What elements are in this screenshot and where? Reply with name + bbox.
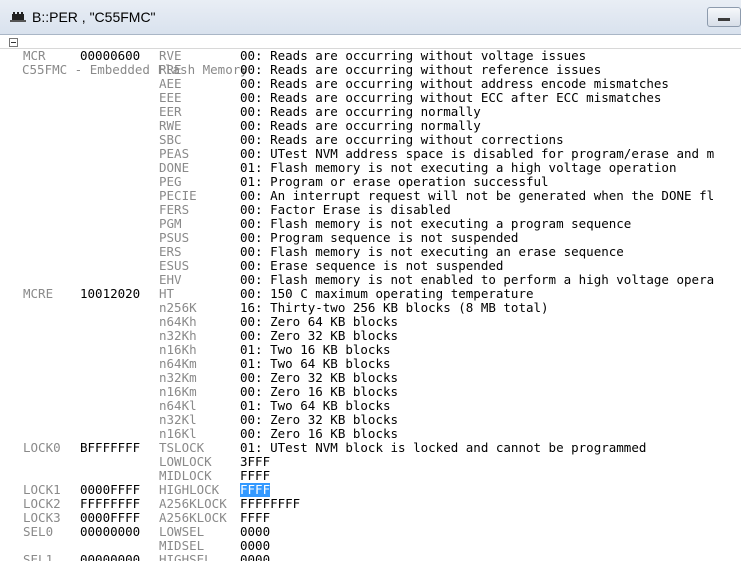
field-name: RWE bbox=[159, 118, 182, 133]
field-name: n32Kl bbox=[159, 412, 197, 427]
field-name: RVE bbox=[159, 48, 182, 63]
field-name: LOWLOCK bbox=[159, 454, 212, 469]
field-value[interactable]: 00: Flash memory is not executing an era… bbox=[240, 245, 624, 259]
field-value[interactable]: 0000 bbox=[240, 553, 270, 561]
field-name: n16Kl bbox=[159, 426, 197, 441]
field-value[interactable]: 00: Reads are occurring normally bbox=[240, 119, 481, 133]
field-value[interactable]: 00: Reads are occurring without referenc… bbox=[240, 63, 601, 77]
field-value[interactable]: 0000 bbox=[240, 539, 270, 553]
field-value[interactable]: FFFFFFFF bbox=[240, 497, 300, 511]
field-name: n32Kh bbox=[159, 328, 197, 343]
register-value[interactable]: 10012020 bbox=[80, 287, 140, 301]
field-value[interactable]: 00: Zero 32 KB blocks bbox=[240, 371, 398, 385]
field-value[interactable]: 00: Zero 16 KB blocks bbox=[240, 385, 398, 399]
field-name: n64Km bbox=[159, 356, 197, 371]
field-name: HIGHSEL bbox=[159, 552, 212, 561]
field-value[interactable]: 01: Flash memory is not executing a high… bbox=[240, 161, 677, 175]
register-name: MCRE bbox=[23, 286, 54, 301]
field-value[interactable]: 00: Reads are occurring without address … bbox=[240, 77, 669, 91]
register-value[interactable]: 00000600 bbox=[80, 49, 140, 63]
field-value[interactable]: 00: Reads are occurring without voltage … bbox=[240, 49, 586, 63]
field-name: n256K bbox=[159, 300, 197, 315]
field-value[interactable]: 00: Zero 32 KB blocks bbox=[240, 413, 398, 427]
field-value[interactable]: 16: Thirty-two 256 KB blocks (8 MB total… bbox=[240, 301, 549, 315]
register-name: LOCK0 bbox=[23, 440, 61, 455]
register-value[interactable]: 0000FFFF bbox=[80, 511, 140, 525]
register-name: LOCK3 bbox=[23, 510, 61, 525]
field-value[interactable]: FFFF bbox=[240, 469, 270, 483]
field-value[interactable]: 3FFF bbox=[240, 455, 270, 469]
register-name: LOCK2 bbox=[23, 496, 61, 511]
field-name: ESUS bbox=[159, 258, 190, 273]
field-value[interactable]: 0000 bbox=[240, 525, 270, 539]
register-value[interactable]: 00000000 bbox=[80, 525, 140, 539]
field-name: n64Kh bbox=[159, 314, 197, 329]
field-value[interactable]: 00: Factor Erase is disabled bbox=[240, 203, 451, 217]
field-name: RRE bbox=[159, 62, 182, 77]
window-titlebar: B::PER , "C55FMC" bbox=[0, 0, 741, 35]
field-value[interactable]: FFFF bbox=[240, 483, 271, 497]
minimize-icon bbox=[718, 18, 730, 21]
field-value[interactable]: 00: Reads are occurring without correcti… bbox=[240, 133, 564, 147]
register-name: SEL1 bbox=[23, 552, 54, 561]
field-value[interactable]: 00: Zero 16 KB blocks bbox=[240, 427, 398, 441]
register-value[interactable]: FFFFFFFF bbox=[80, 497, 140, 511]
window-title: B::PER , "C55FMC" bbox=[32, 9, 156, 25]
register-value[interactable]: BFFFFFFF bbox=[80, 441, 140, 455]
field-value[interactable]: 00: Zero 64 KB blocks bbox=[240, 315, 398, 329]
field-value[interactable]: 01: Two 64 KB blocks bbox=[240, 399, 391, 413]
field-name: n32Km bbox=[159, 370, 197, 385]
field-value[interactable]: 00: Flash memory is not executing a prog… bbox=[240, 217, 631, 231]
field-value[interactable]: 00: Program sequence is not suspended bbox=[240, 231, 518, 245]
field-name: HIGHLOCK bbox=[159, 482, 220, 497]
peripheral-view[interactable]: C55FMC - Embedded Flash Memory MCR 000006… bbox=[0, 35, 741, 561]
field-name: PEAS bbox=[159, 146, 190, 161]
field-value[interactable]: 00: Erase sequence is not suspended bbox=[240, 259, 503, 273]
section-title: C55FMC - Embedded Flash Memory bbox=[22, 62, 248, 77]
register-value[interactable]: 00000000 bbox=[80, 553, 140, 561]
register-value[interactable]: 0000FFFF bbox=[80, 483, 140, 497]
field-name: PEG bbox=[159, 174, 182, 189]
chip-icon bbox=[10, 12, 26, 22]
field-name: TSLOCK bbox=[159, 440, 205, 455]
field-name: A256KLOCK bbox=[159, 510, 227, 525]
field-name: EER bbox=[159, 104, 182, 119]
field-value[interactable]: 00: 150 C maximum operating temperature bbox=[240, 287, 534, 301]
register-name: MCR bbox=[23, 48, 46, 63]
field-name: A256KLOCK bbox=[159, 496, 227, 511]
field-name: SBC bbox=[159, 132, 182, 147]
field-name: EHV bbox=[159, 272, 182, 287]
field-name: HT bbox=[159, 286, 175, 301]
field-name: ERS bbox=[159, 244, 182, 259]
register-name: LOCK1 bbox=[23, 482, 61, 497]
field-value[interactable]: 00: An interrupt request will not be gen… bbox=[240, 189, 714, 203]
field-name: AEE bbox=[159, 76, 182, 91]
section-header[interactable]: C55FMC - Embedded Flash Memory bbox=[0, 35, 248, 77]
field-value[interactable]: 00: Reads are occurring without ECC afte… bbox=[240, 91, 661, 105]
field-name: n16Km bbox=[159, 384, 197, 399]
field-value[interactable]: 01: Two 64 KB blocks bbox=[240, 357, 391, 371]
field-name: DONE bbox=[159, 160, 190, 175]
collapse-minus-icon[interactable] bbox=[9, 38, 18, 47]
field-name: FERS bbox=[159, 202, 190, 217]
field-value[interactable]: 00: Zero 32 KB blocks bbox=[240, 329, 398, 343]
field-name: PGM bbox=[159, 216, 182, 231]
field-name: LOWSEL bbox=[159, 524, 205, 539]
field-name: MIDLOCK bbox=[159, 468, 212, 483]
field-value[interactable]: 01: Program or erase operation successfu… bbox=[240, 175, 549, 189]
field-name: MIDSEL bbox=[159, 538, 205, 553]
field-value[interactable]: 00: UTest NVM address space is disabled … bbox=[240, 147, 714, 161]
field-value[interactable]: 01: UTest NVM block is locked and cannot… bbox=[240, 441, 646, 455]
minimize-button[interactable] bbox=[707, 7, 741, 27]
field-value[interactable]: 01: Two 16 KB blocks bbox=[240, 343, 391, 357]
field-name: EEE bbox=[159, 90, 182, 105]
field-name: n64Kl bbox=[159, 398, 197, 413]
field-name: PECIE bbox=[159, 188, 197, 203]
field-name: PSUS bbox=[159, 230, 190, 245]
field-value[interactable]: 00: Flash memory is not enabled to perfo… bbox=[240, 273, 714, 287]
field-value[interactable]: FFFF bbox=[240, 511, 270, 525]
register-name: SEL0 bbox=[23, 524, 54, 539]
field-name: n16Kh bbox=[159, 342, 197, 357]
field-value[interactable]: 00: Reads are occurring normally bbox=[240, 105, 481, 119]
